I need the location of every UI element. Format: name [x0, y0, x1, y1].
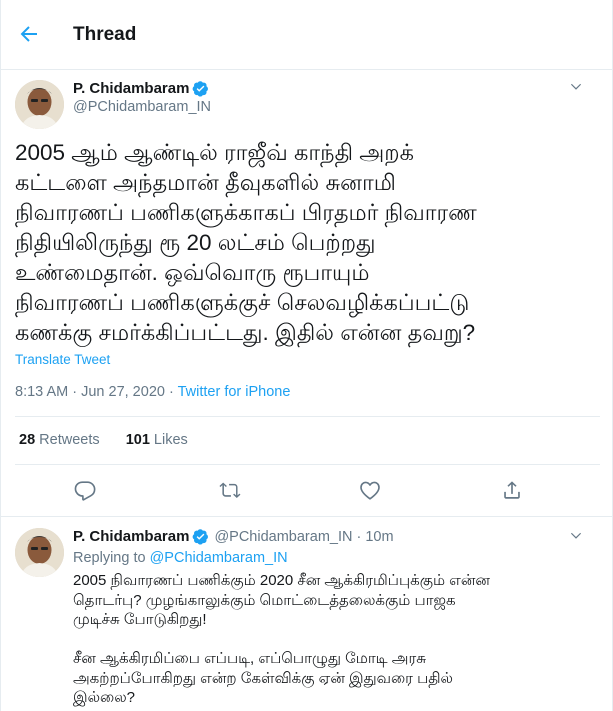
- avatar[interactable]: [15, 528, 64, 577]
- thread-page: Thread P. Chidambaram @PChidambaram_IN 2…: [0, 0, 613, 711]
- verified-badge-icon: [192, 528, 209, 545]
- author-handle-row: @PChidambaram_IN: [73, 99, 211, 115]
- thread-header: Thread: [1, 0, 612, 70]
- replying-to-handle[interactable]: @PChidambaram_IN: [150, 550, 288, 566]
- tweet-text-line: கணக்கு சமர்க்கிப்பட்டது. இதில் என்ன தவறு…: [15, 320, 476, 345]
- reply-text-line: முடிச்சு போடுகிறது!: [73, 611, 207, 628]
- retweets-label: Retweets: [39, 432, 100, 448]
- retweet-icon[interactable]: [216, 476, 244, 504]
- reply-icon[interactable]: [71, 476, 99, 504]
- likes-count: 101: [125, 432, 150, 448]
- tweet-source[interactable]: Twitter for iPhone: [178, 384, 291, 400]
- reply-author-row: P. Chidambaram @PChidambaram_IN · 10m: [73, 528, 394, 545]
- replying-to-label: Replying to: [73, 550, 146, 566]
- avatar[interactable]: [15, 80, 64, 129]
- tweet-stats: 28 Retweets 101 Likes: [19, 432, 188, 448]
- reply-time[interactable]: 10m: [365, 529, 393, 545]
- tweet-text-line: நிவாரணப் பணிகளுக்குச் செலவழிக்கப்பட்டு: [15, 290, 470, 315]
- verified-badge-icon: [192, 80, 209, 97]
- tweet-actions: [1, 476, 612, 506]
- divider: [15, 464, 600, 465]
- chevron-down-icon[interactable]: [567, 78, 585, 96]
- translate-tweet-link[interactable]: Translate Tweet: [15, 352, 110, 367]
- tweet-text-line: நிவாரணப் பணிகளுக்காகப் பிரதமர் நிவாரண: [15, 200, 477, 225]
- reply-text-line: அகற்றப்போகிறது என்ற கேள்விக்கு ஏன் இதுவர…: [73, 669, 454, 687]
- likes-label: Likes: [153, 432, 188, 448]
- divider: [1, 516, 612, 517]
- author-name[interactable]: P. Chidambaram: [73, 80, 189, 97]
- retweets-count: 28: [19, 432, 36, 448]
- reply-text-line: 2005 நிவாரணப் பணிக்கும் 2020 சீன ஆக்கிரம…: [73, 572, 490, 589]
- replying-to: Replying to @PChidambaram_IN: [73, 550, 288, 566]
- retweets-stat[interactable]: 28 Retweets: [19, 432, 100, 448]
- reply-text: 2005 நிவாரணப் பணிக்கும் 2020 சீன ஆக்கிரம…: [73, 571, 603, 708]
- tweet-meta: 8:13 AM · Jun 27, 2020 · Twitter for iPh…: [15, 384, 290, 400]
- share-icon[interactable]: [498, 476, 526, 504]
- reply-text-line: இல்லை?: [73, 689, 136, 706]
- back-arrow-icon[interactable]: [17, 22, 41, 46]
- likes-stat[interactable]: 101 Likes: [126, 432, 188, 448]
- reply-text-line: தொடர்பு? முழங்காலுக்கும் மொட்டைத்தலைக்கு…: [73, 591, 456, 609]
- reply-author-handle[interactable]: @PChidambaram_IN: [214, 529, 352, 545]
- reply-text-line: சீன ஆக்கிரமிப்பை எப்படி, எப்பொழுது மோடி …: [73, 650, 426, 667]
- meta-separator: ·: [72, 384, 82, 400]
- divider: [15, 416, 600, 417]
- reply-text-line: [73, 630, 603, 650]
- tweet-text-line: 2005 ஆம் ஆண்டில் ராஜீவ் காந்தி அறக்: [15, 140, 414, 165]
- tweet-text-line: உண்மைதான். ஒவ்வொரு ரூபாயும்: [15, 260, 370, 285]
- page-title: Thread: [73, 24, 137, 45]
- tweet-text-line: நிதியிலிருந்து ரூ 20 லட்சம் பெற்றது: [15, 230, 376, 255]
- tweet-date[interactable]: Jun 27, 2020: [81, 384, 165, 400]
- author-name-row: P. Chidambaram: [73, 80, 209, 97]
- tweet-time[interactable]: 8:13 AM: [15, 384, 68, 400]
- chevron-down-icon[interactable]: [567, 527, 585, 545]
- tweet-text: 2005 ஆம் ஆண்டில் ராஜீவ் காந்தி அறக் கட்ட…: [15, 138, 595, 348]
- meta-separator: ·: [168, 384, 178, 400]
- heart-icon[interactable]: [356, 476, 384, 504]
- reply-author-name[interactable]: P. Chidambaram: [73, 528, 189, 545]
- tweet-text-line: கட்டளை அந்தமான் தீவுகளில் சுனாமி: [15, 170, 396, 195]
- author-handle[interactable]: @PChidambaram_IN: [73, 99, 211, 115]
- meta-separator: ·: [352, 528, 366, 545]
